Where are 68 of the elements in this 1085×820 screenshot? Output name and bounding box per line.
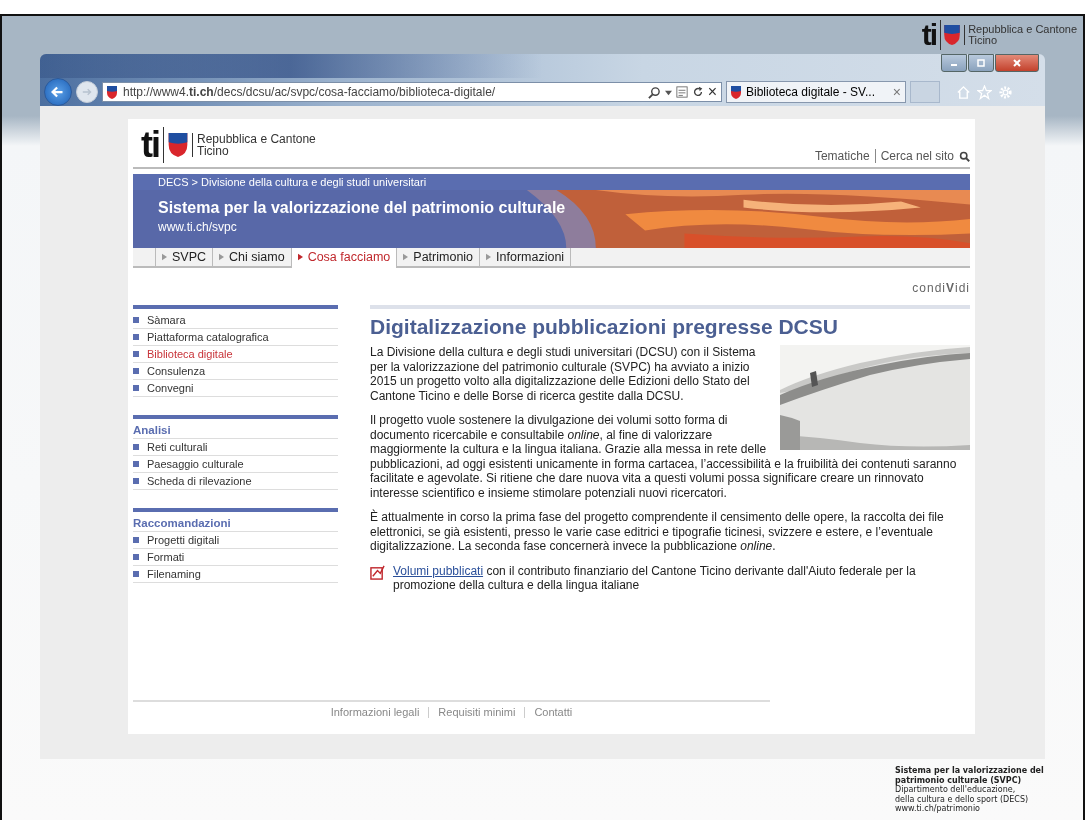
footer-link[interactable]: Informazioni legali <box>330 706 420 718</box>
maximize-icon <box>976 58 986 68</box>
logo-text: Ticino <box>968 35 998 46</box>
triangle-icon <box>297 253 303 261</box>
shield-icon <box>944 25 966 45</box>
banner-subtitle: www.ti.ch/svpc <box>158 220 238 234</box>
sidebar-item[interactable]: Formati <box>133 549 338 566</box>
nav-tab[interactable]: Cosa facciamo <box>290 248 397 268</box>
sidebar-item[interactable]: Paesaggio culturale <box>133 456 338 473</box>
logo-text: Repubblica e Cantone <box>197 133 316 145</box>
caption-line: www.ti.ch/patrimonio <box>895 804 981 814</box>
article-title: Digitalizzazione pubblicazioni pregresse DCSU <box>370 315 839 339</box>
logo-text: Repubblica e Cantone <box>968 24 1077 35</box>
triangle-icon <box>162 253 167 261</box>
sidebar-heading: Analisi <box>133 422 338 439</box>
back-button[interactable] <box>44 78 72 106</box>
logo-mark: ti <box>141 127 164 163</box>
header-link[interactable]: Tematiche <box>814 149 870 163</box>
dropdown-icon[interactable] <box>664 88 672 96</box>
footer-link[interactable]: Requisiti minimi <box>438 706 516 718</box>
document-link[interactable]: Volumi pubblicati <box>393 563 484 578</box>
sidebar-item[interactable]: Reti culturali <box>133 439 338 456</box>
link-sentence: Volumi pubblicati con il contributo finanziario del Cantone Ticino derivante dall'Aiuto federale per la promozione della cultura e della lingua italiane <box>393 563 917 593</box>
close-button[interactable] <box>995 54 1039 72</box>
share-label[interactable]: condiVidi <box>912 281 970 295</box>
nav-tab[interactable]: Informazioni <box>479 248 572 266</box>
nav-tab[interactable]: Patrimonio <box>396 248 480 266</box>
logo-text: Ticino <box>197 145 229 157</box>
caption-line: della cultura e dello sport (DECS) <box>895 794 1030 804</box>
close-icon <box>1012 58 1022 68</box>
nav-tab[interactable]: SVPC <box>155 248 213 266</box>
logo-mark: ti <box>921 20 942 50</box>
address-field[interactable]: http://www4.ti.ch/decs/dcsu/ac/svpc/cosa-facciamo/biblioteca-digitale/ × <box>102 82 722 102</box>
browser-tab[interactable]: Biblioteca digitale - SV... × <box>726 81 906 103</box>
sidebar-item[interactable]: Filenaming <box>133 566 338 583</box>
header-link[interactable]: Cerca nel sito <box>880 149 954 163</box>
sidebar-item[interactable]: Scheda di rilevazione <box>133 473 338 490</box>
paragraph: La Divisione della cultura e degli studi universitari (DCSU) con il Sistema per la valorizzazione del patrimonio culturale (SVPC) ha avviato a inizio 2015 un progetto volto alla digitalizzazione delle Edizioni dello Stato del Cantone Ticino e delle Borse di ricerca gestite dalla DCSU. <box>370 345 757 403</box>
sidebar-item[interactable]: Convegni <box>133 380 338 397</box>
refresh-icon[interactable] <box>691 86 704 98</box>
tab-close-button[interactable]: × <box>892 84 901 100</box>
sidebar-item[interactable]: Consulenza <box>133 363 338 380</box>
triangle-icon <box>403 253 409 261</box>
breadcrumb: DECS > Divisione della cultura e degli studi universitari <box>133 174 970 190</box>
caption-line: Dipartimento dell'educazione, <box>895 785 1017 795</box>
shield-icon <box>731 85 741 99</box>
footer-link[interactable]: Contatti <box>534 706 573 718</box>
maximize-button[interactable] <box>968 54 994 72</box>
shield-icon <box>168 133 193 157</box>
search-icon[interactable] <box>647 85 661 99</box>
star-icon[interactable] <box>977 84 992 100</box>
caption-title: Sistema per la valorizzazione del patrimonio culturale (SVPC) <box>895 766 1045 785</box>
forward-button[interactable] <box>76 81 98 103</box>
sidebar-item[interactable]: Sàmara <box>133 312 338 329</box>
paragraph: È attualmente in corso la prima fase del progetto comprendente il censimento delle opere, la raccolta dei file elettronici, se già esistenti, presso le varie case editrici e tipografie ticinesi, svizzere e estere, e l’eventuale digitalizzazione. La seconda fase concernerà invece la pubblicazione online. <box>370 510 945 554</box>
triangle-icon <box>219 253 225 261</box>
triangle-icon <box>486 253 492 261</box>
shield-icon <box>107 85 117 99</box>
minimize-button[interactable] <box>941 54 967 72</box>
sidebar-item[interactable]: Biblioteca digitale <box>133 346 338 363</box>
sidebar-heading: Raccomandazioni <box>133 515 338 532</box>
sidebar-item[interactable]: Piattaforma catalografica <box>133 329 338 346</box>
sidebar-item[interactable]: Progetti digitali <box>133 532 338 549</box>
banner-title: Sistema per la valorizzazione del patrimonio culturale <box>158 199 567 217</box>
nav-tab[interactable]: Chi siamo <box>212 248 291 266</box>
paragraph: Il progetto vuole sostenere la divulgazione dei volumi sotto forma di documento ricercabile e consultabile online, al fine di valorizzare maggiormente la cultura e la lingua italiana. Grazie alla messa in rete delle pubblicazioni, ad oggi esistenti unicamente in forma cartacea, l’accessibilità e la fruibilità dei contenuti saranno facilitate e agevolate. Si ritiene che dare nuova vita a questi volumi possa significare creare un rinnovato interesse scientifico e insieme stimolare potenziali nuovi ricercatori. <box>370 413 958 500</box>
stop-button[interactable]: × <box>707 84 717 100</box>
search-icon[interactable] <box>959 150 970 162</box>
